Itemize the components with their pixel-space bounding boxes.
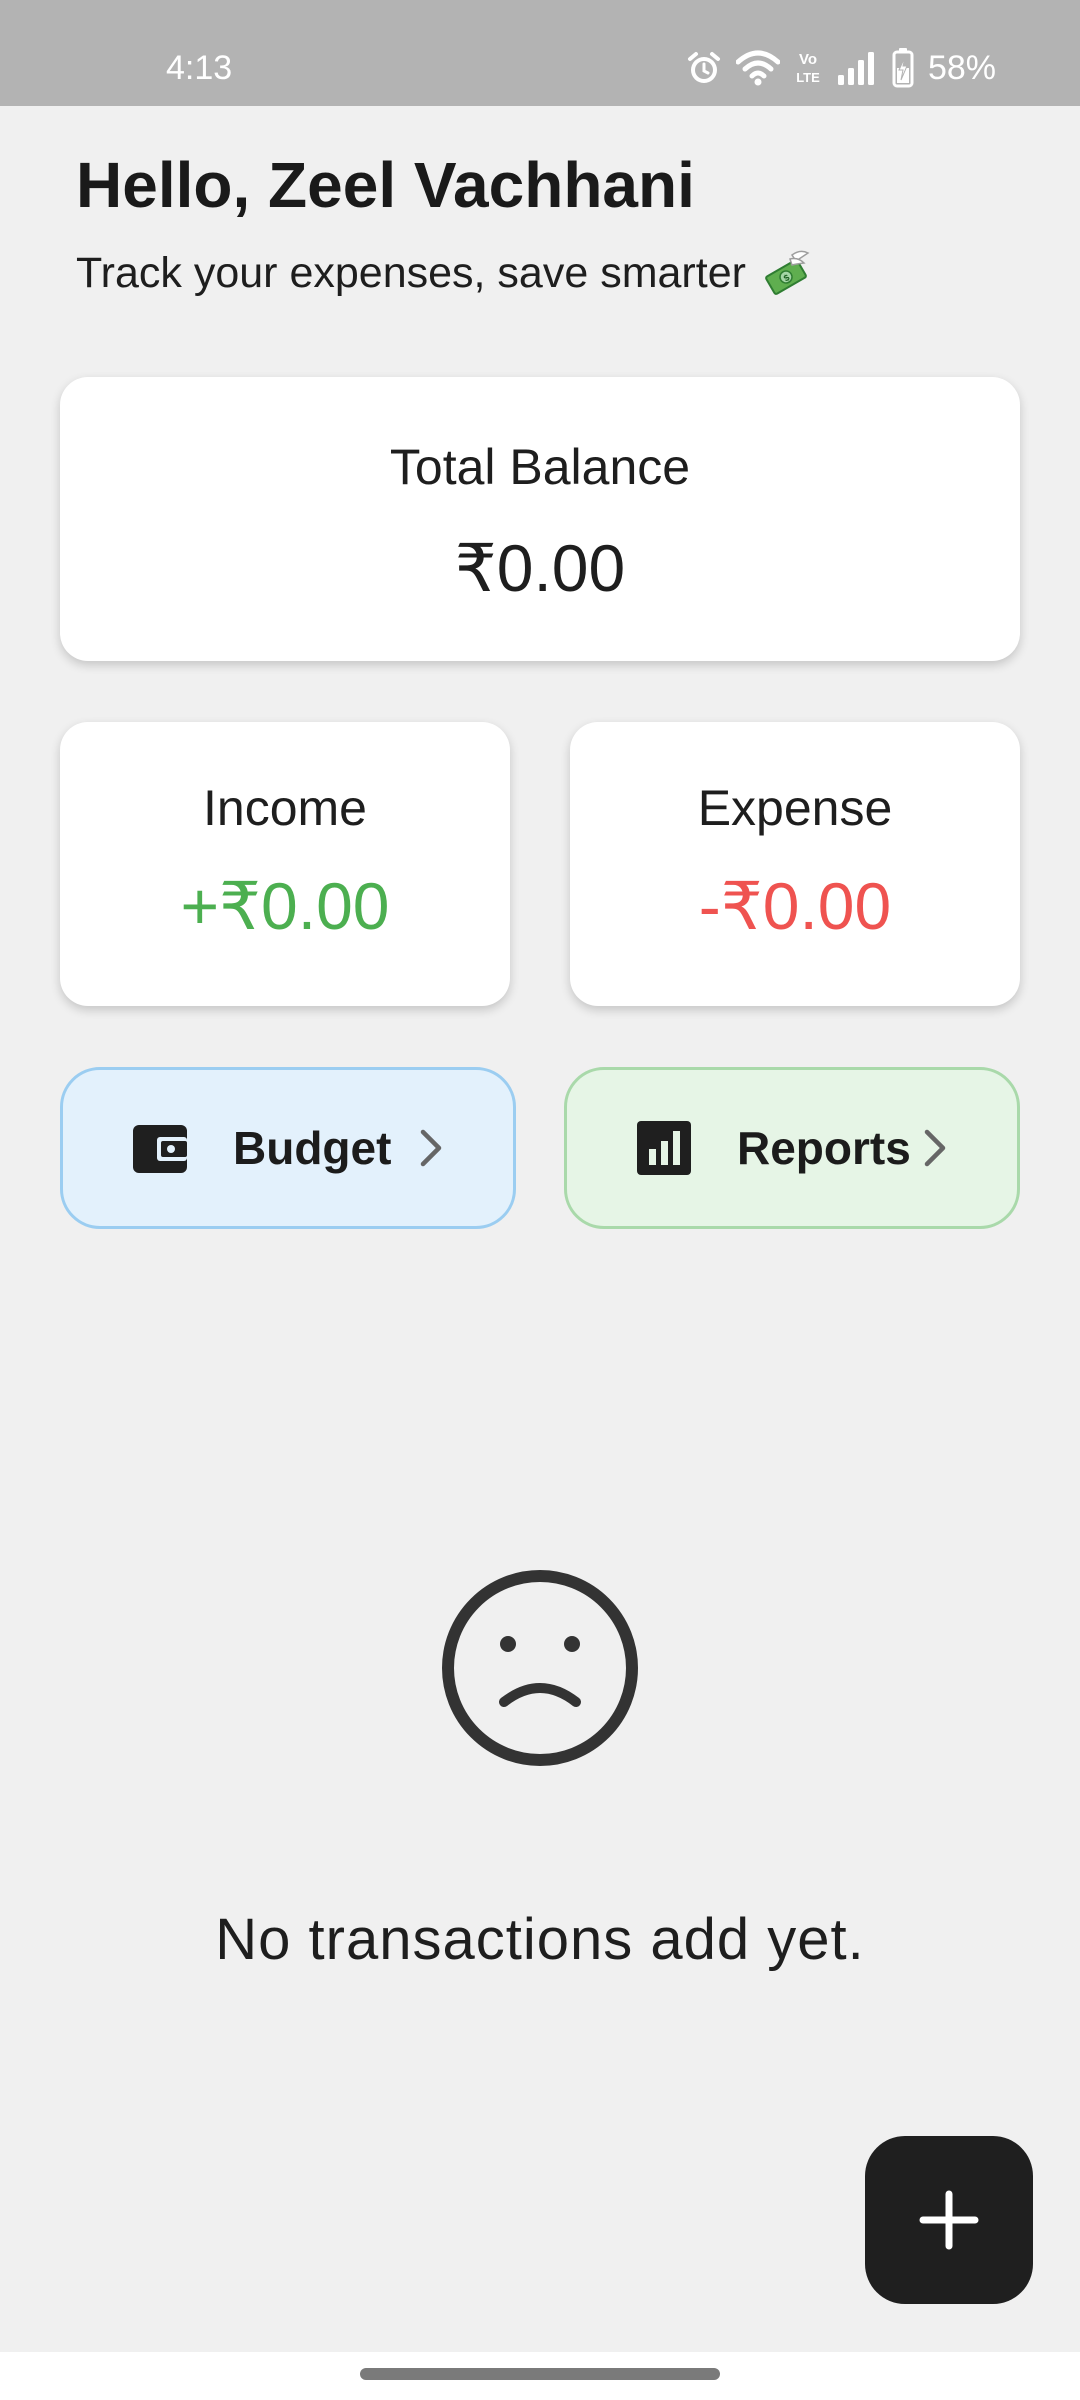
budget-button[interactable]: Budget [60, 1067, 516, 1229]
chevron-right-icon [924, 1129, 946, 1167]
empty-state-message: No transactions add yet. [215, 1907, 865, 1972]
volte-icon: Vo LTE [796, 51, 820, 85]
expense-amount: -₹0.00 [698, 869, 892, 943]
status-icons: Vo LTE 58% [686, 46, 996, 90]
expense-card: Expense -₹0.00 [570, 722, 1020, 1006]
greeting-subtitle: Track your expenses, save smarter $ [76, 246, 812, 300]
reports-button[interactable]: Reports [564, 1067, 1020, 1229]
total-balance-amount: ₹0.00 [454, 531, 626, 605]
svg-text:Vo: Vo [799, 51, 817, 68]
budget-label: Budget [233, 1122, 392, 1174]
bar-chart-icon [637, 1121, 691, 1175]
chevron-right-icon [420, 1129, 442, 1167]
sad-face-icon [442, 1570, 638, 1766]
expense-label: Expense [697, 780, 893, 836]
money-with-wings-icon: $ [765, 250, 810, 295]
battery-charging-icon [892, 48, 914, 88]
home-indicator[interactable] [360, 2368, 720, 2380]
status-bar: 4:13 Vo LTE 58% [0, 0, 1080, 106]
svg-text:LTE: LTE [796, 70, 820, 85]
alarm-icon [687, 52, 720, 83]
income-amount: +₹0.00 [180, 869, 390, 943]
plus-icon [919, 2190, 979, 2250]
greeting-subtitle-text: Track your expenses, save smarter [76, 249, 746, 297]
navigation-bar [0, 2352, 1080, 2400]
income-label: Income [203, 780, 367, 836]
reports-label: Reports [737, 1122, 911, 1174]
battery-percent: 58% [927, 49, 996, 87]
status-time: 4:13 [166, 49, 233, 87]
add-transaction-button[interactable] [865, 2136, 1033, 2304]
total-balance-card: Total Balance ₹0.00 [60, 377, 1020, 661]
greeting-title: Hello, Zeel Vachhani [76, 149, 695, 221]
wifi-icon [735, 50, 780, 86]
signal-icon [837, 52, 874, 85]
total-balance-label: Total Balance [389, 439, 691, 495]
income-card: Income +₹0.00 [60, 722, 510, 1006]
wallet-icon [133, 1125, 187, 1173]
